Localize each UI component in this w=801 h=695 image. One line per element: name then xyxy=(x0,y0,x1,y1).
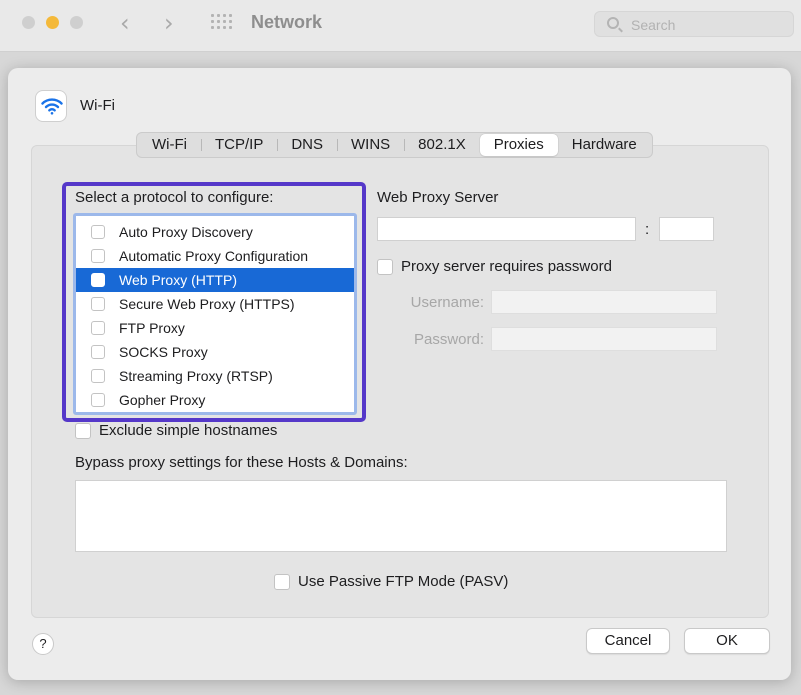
tab-wins[interactable]: WINS xyxy=(337,134,404,156)
show-all-grid-icon[interactable] xyxy=(211,14,233,32)
password-label: Password: xyxy=(413,331,484,348)
search-icon xyxy=(607,17,619,29)
back-chevron-icon[interactable]: ‹ xyxy=(120,9,130,37)
passive-ftp-option[interactable]: Use Passive FTP Mode (PASV) xyxy=(274,573,508,590)
passive-ftp-label: Use Passive FTP Mode (PASV) xyxy=(298,573,509,590)
interface-title: Wi-Fi xyxy=(80,97,115,114)
forward-chevron-icon[interactable]: › xyxy=(164,9,174,37)
tab-hardware[interactable]: Hardware xyxy=(558,134,651,156)
requires-password-option[interactable]: Proxy server requires password xyxy=(377,258,612,275)
close-window-button[interactable] xyxy=(22,16,35,29)
search-placeholder: Search xyxy=(631,17,676,33)
tab-8021x[interactable]: 802.1X xyxy=(404,134,480,156)
bypass-hosts-textarea[interactable] xyxy=(75,480,727,552)
proxy-host-input[interactable] xyxy=(377,217,636,241)
username-label: Username: xyxy=(410,294,484,311)
search-field[interactable]: Search xyxy=(594,11,794,37)
username-input[interactable] xyxy=(491,290,717,314)
port-separator: : xyxy=(645,221,650,238)
settings-tabbar: Wi-Fi TCP/IP DNS WINS 802.1X Proxies Har… xyxy=(136,132,653,158)
tab-wifi[interactable]: Wi-Fi xyxy=(138,134,201,156)
wifi-icon xyxy=(35,90,67,122)
tab-dns[interactable]: DNS xyxy=(277,134,337,156)
ok-button[interactable]: OK xyxy=(684,628,770,654)
requires-password-checkbox[interactable] xyxy=(377,258,393,275)
exclude-simple-hostnames-label: Exclude simple hostnames xyxy=(99,422,278,439)
proxies-sheet: Wi-Fi Wi-Fi TCP/IP DNS WINS 802.1X Proxi… xyxy=(8,68,791,680)
passive-ftp-checkbox[interactable] xyxy=(274,573,290,590)
maximize-window-button[interactable] xyxy=(70,16,83,29)
exclude-simple-hostnames-checkbox[interactable] xyxy=(75,422,91,439)
help-button[interactable]: ? xyxy=(32,633,54,655)
proxy-port-input[interactable] xyxy=(659,217,714,241)
protocol-highlight-box xyxy=(62,182,366,422)
proxy-server-heading: Web Proxy Server xyxy=(377,189,499,206)
password-input[interactable] xyxy=(491,327,717,351)
tab-proxies[interactable]: Proxies xyxy=(479,134,558,156)
exclude-simple-hostnames-option[interactable]: Exclude simple hostnames xyxy=(75,422,277,439)
requires-password-label: Proxy server requires password xyxy=(401,258,612,275)
tab-tcpip[interactable]: TCP/IP xyxy=(200,134,277,156)
cancel-button[interactable]: Cancel xyxy=(586,628,670,654)
minimize-window-button[interactable] xyxy=(46,16,59,29)
window-title: Network xyxy=(251,12,323,32)
window-toolbar: ‹ › Network Search xyxy=(0,0,801,52)
bypass-label: Bypass proxy settings for these Hosts & … xyxy=(75,454,408,471)
